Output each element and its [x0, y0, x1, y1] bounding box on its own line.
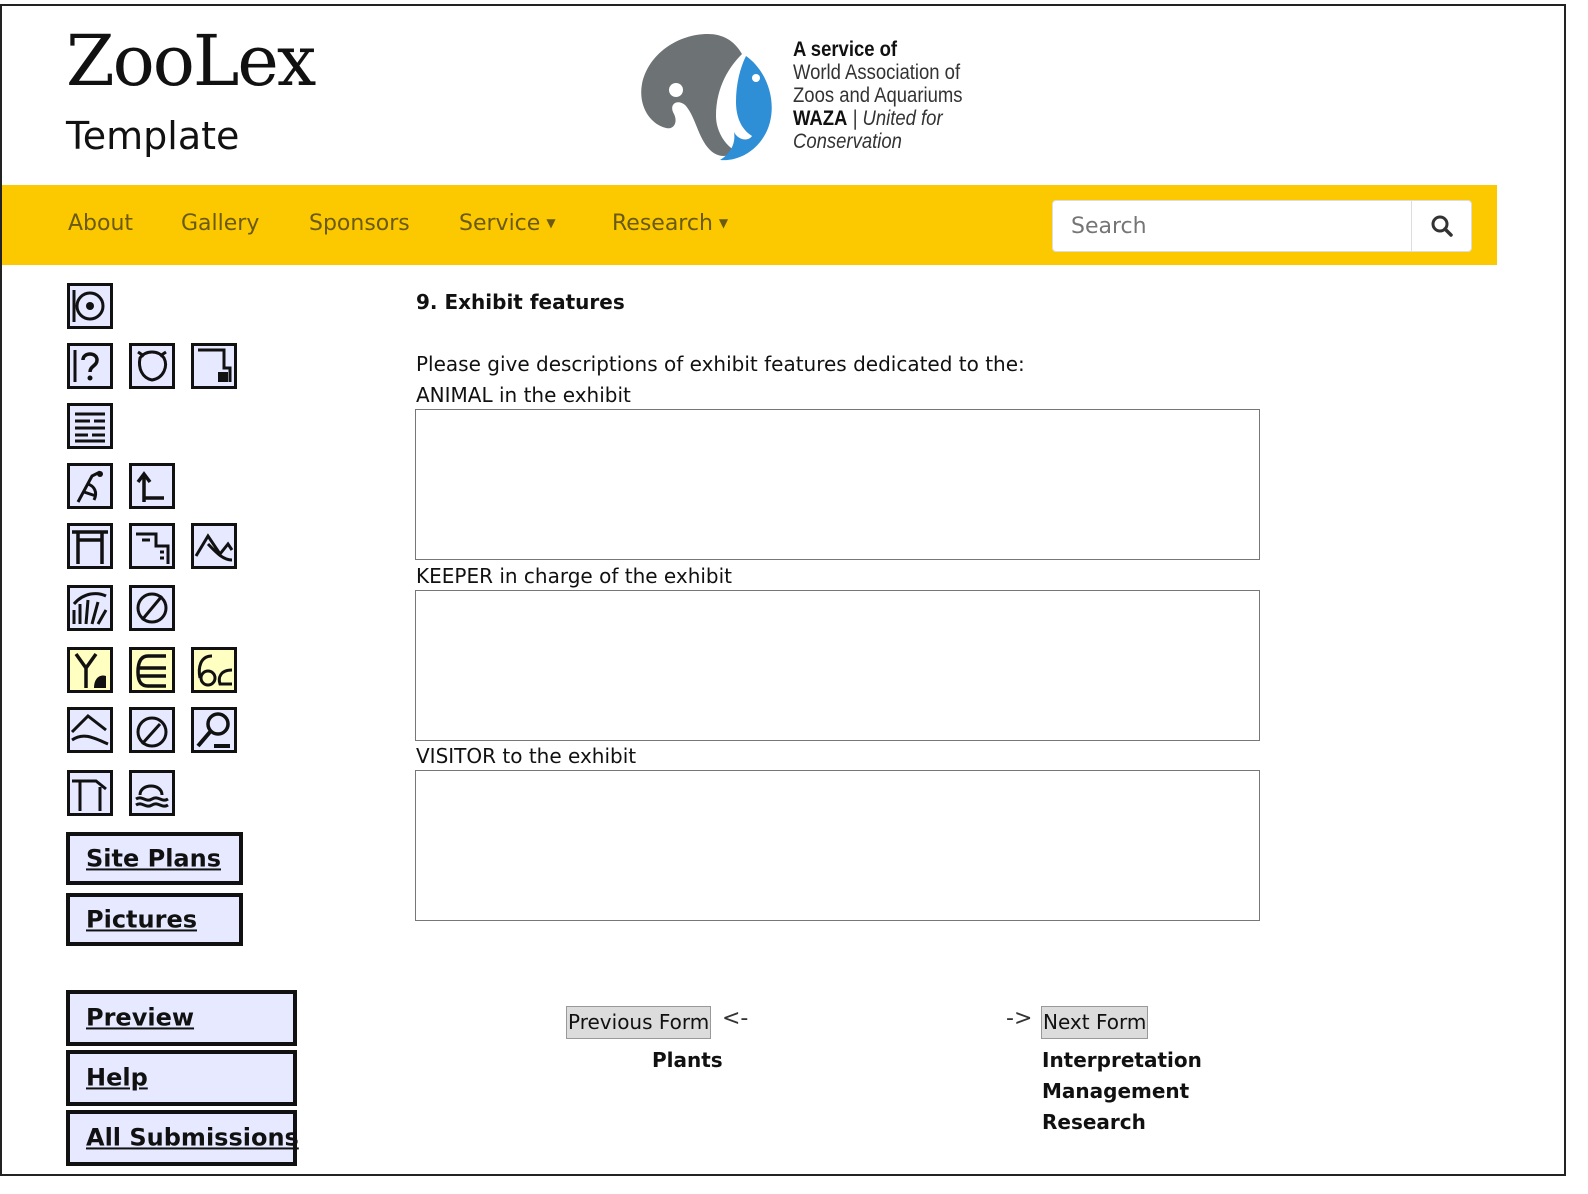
- visitor-field-label: VISITOR to the exhibit: [416, 744, 637, 768]
- search-button[interactable]: [1411, 201, 1472, 251]
- nav-about[interactable]: About: [68, 211, 133, 236]
- form-glasses-icon[interactable]: [191, 647, 237, 693]
- help-label: Help: [86, 1063, 148, 1092]
- form-intro-text: Please give descriptions of exhibit feat…: [416, 352, 1025, 376]
- form-landscape-icon[interactable]: [191, 523, 237, 569]
- all-submissions-button[interactable]: All Submissions: [66, 1110, 299, 1166]
- waza-tagline: | United for: [847, 107, 943, 130]
- section-title: 9. Exhibit features: [416, 290, 625, 314]
- all-submissions-label: All Submissions: [86, 1123, 299, 1152]
- waza-line-4: WAZA | United for: [793, 107, 962, 130]
- waza-line-1: A service of: [793, 38, 898, 61]
- waza-elephant-fish-icon: [641, 34, 772, 161]
- form-hills-icon[interactable]: [67, 707, 113, 753]
- form-sun-icon[interactable]: [67, 585, 113, 631]
- nav-gallery[interactable]: Gallery: [181, 211, 259, 236]
- form-corner-icon[interactable]: [191, 343, 237, 389]
- waza-acronym: WAZA: [793, 107, 848, 130]
- form-door-icon[interactable]: [67, 770, 113, 816]
- nav-service-dropdown[interactable]: Service ▼: [459, 211, 556, 236]
- form-keeper-icon[interactable]: [67, 463, 113, 509]
- next-form-link-interpretation[interactable]: Interpretation: [1042, 1048, 1202, 1072]
- visitor-features-textarea[interactable]: [415, 770, 1260, 921]
- nav-service-label: Service: [459, 211, 541, 236]
- left-arrow-icon: <-: [722, 1006, 749, 1031]
- form-tree-icon[interactable]: [67, 647, 113, 693]
- site-plans-button[interactable]: Site Plans: [66, 832, 243, 885]
- search-icon: [1431, 215, 1453, 237]
- site-plans-label: Site Plans: [86, 843, 221, 872]
- pictures-button[interactable]: Pictures: [66, 893, 243, 946]
- waza-line-5: Conservation: [793, 130, 902, 153]
- animal-features-textarea[interactable]: [415, 409, 1260, 560]
- caret-down-icon: ▼: [546, 216, 556, 230]
- search-box: [1052, 200, 1472, 252]
- form-animal-icon[interactable]: [129, 343, 175, 389]
- brand-subtitle: Template: [66, 114, 240, 158]
- form-water-icon[interactable]: [129, 770, 175, 816]
- previous-form-button[interactable]: Previous Form: [566, 1006, 712, 1039]
- form-exhibit-features-icon[interactable]: [129, 647, 175, 693]
- next-form-link-research[interactable]: Research: [1042, 1110, 1146, 1134]
- keeper-features-textarea[interactable]: [415, 590, 1260, 741]
- caret-down-icon: ▼: [718, 216, 729, 230]
- form-target-icon[interactable]: [67, 283, 113, 329]
- waza-line-3: Zoos and Aquariums: [793, 84, 963, 107]
- zoolex-logo[interactable]: ZooLex: [66, 22, 316, 100]
- form-gauge-icon[interactable]: [129, 707, 175, 753]
- form-gate-icon[interactable]: [67, 523, 113, 569]
- next-form-button[interactable]: Next Form: [1041, 1006, 1149, 1039]
- pictures-label: Pictures: [86, 904, 197, 933]
- waza-logo[interactable]: A service of World Association of Zoos a…: [638, 26, 978, 166]
- previous-form-link-plants[interactable]: Plants: [652, 1048, 723, 1072]
- animal-field-label: ANIMAL in the exhibit: [416, 383, 631, 407]
- waza-line-2: World Association of: [793, 61, 961, 84]
- form-leaf-icon[interactable]: [129, 585, 175, 631]
- right-arrow-icon: ->: [1006, 1006, 1033, 1031]
- nav-sponsors[interactable]: Sponsors: [309, 211, 410, 236]
- preview-button[interactable]: Preview: [66, 990, 297, 1046]
- form-magnifier-icon[interactable]: [191, 707, 237, 753]
- form-list-icon[interactable]: [67, 403, 113, 449]
- search-input[interactable]: [1053, 201, 1409, 251]
- next-form-link-management[interactable]: Management: [1042, 1079, 1189, 1103]
- brand-block: ZooLex Template: [66, 22, 316, 158]
- form-question-icon[interactable]: [67, 343, 113, 389]
- help-button[interactable]: Help: [66, 1050, 297, 1106]
- preview-label: Preview: [86, 1003, 195, 1032]
- form-building-icon[interactable]: [129, 523, 175, 569]
- form-arrow-icon[interactable]: [129, 463, 175, 509]
- nav-research-dropdown[interactable]: Research ▼: [612, 211, 728, 236]
- nav-research-label: Research: [612, 211, 713, 236]
- keeper-field-label: KEEPER in charge of the exhibit: [416, 564, 733, 588]
- waza-caption: A service of World Association of Zoos a…: [793, 38, 962, 153]
